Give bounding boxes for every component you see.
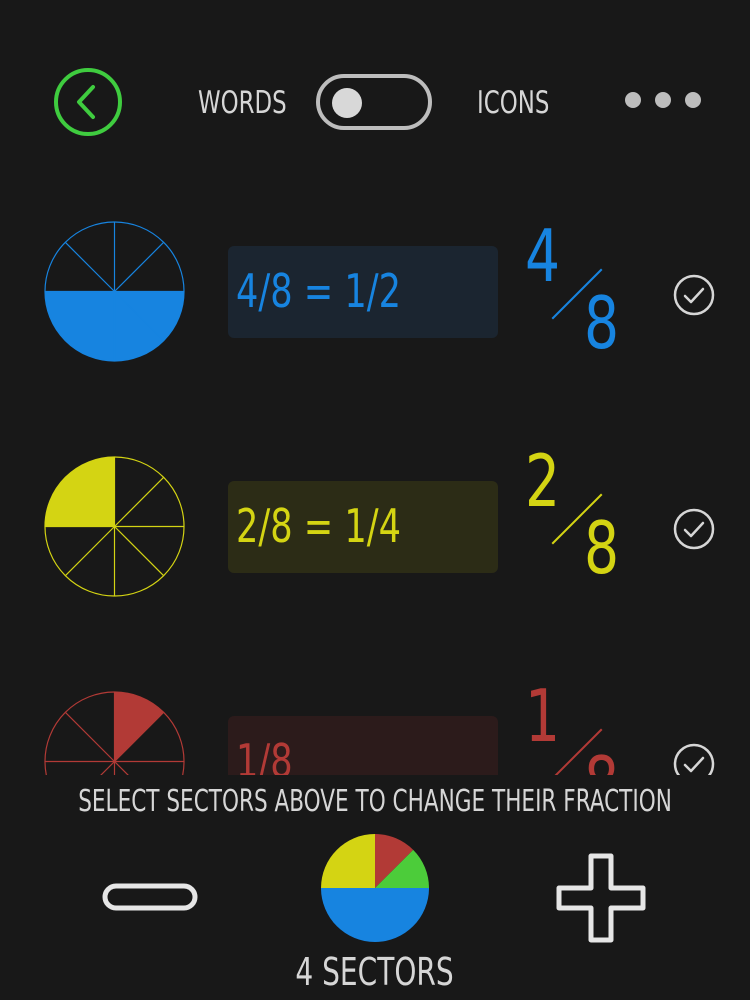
check-icon[interactable]: [672, 742, 716, 775]
equation-text: 2/8 = 1/4: [236, 499, 402, 553]
pie-sector: [321, 834, 375, 888]
remove-sector-button[interactable]: [102, 880, 198, 914]
fraction-display: 2 8: [520, 445, 630, 590]
add-sector-button[interactable]: [555, 852, 647, 944]
equation-text: 4/8 = 1/2: [236, 264, 402, 318]
equation-text: 1/8: [236, 734, 293, 775]
fraction-display: 1 8: [520, 680, 630, 775]
fraction-numerator: 1: [525, 674, 561, 758]
sector-pie[interactable]: [320, 833, 430, 943]
sector-divider: [114, 241, 165, 292]
back-icon: [54, 68, 122, 136]
fraction-display: 4 8: [520, 220, 630, 365]
check-icon[interactable]: [672, 273, 716, 317]
sector-divider: [100, 761, 115, 775]
fraction-row[interactable]: 1/8 1 8: [0, 680, 750, 775]
toggle-knob: [332, 88, 362, 118]
fraction-pie[interactable]: [43, 220, 186, 363]
fraction-row[interactable]: 2/8 = 1/4 2 8: [0, 445, 750, 645]
sector-divider: [64, 711, 115, 762]
equation-box: 1/8: [228, 716, 498, 775]
fraction-pie[interactable]: [43, 455, 186, 598]
words-label: WORDS: [198, 85, 287, 121]
fraction-denominator: 8: [584, 506, 620, 590]
sector-divider: [114, 476, 165, 527]
icons-label: ICONS: [477, 85, 550, 121]
back-button[interactable]: [53, 67, 123, 137]
pie-sector: [321, 888, 429, 942]
plus-icon: [556, 853, 646, 943]
fraction-list[interactable]: 4/8 = 1/2 4 8 2/8 = 1/4 2 8 1/8 1: [0, 200, 750, 775]
fraction-numerator: 2: [525, 439, 561, 523]
sector-count-label: 4 SECTORS: [295, 950, 455, 994]
fraction-pie[interactable]: [43, 690, 186, 775]
sector-divider: [114, 526, 165, 577]
fraction-denominator: 8: [584, 747, 619, 775]
sector-divider: [114, 761, 129, 775]
selected-sector[interactable]: [114, 691, 164, 762]
words-icons-toggle[interactable]: [316, 74, 432, 130]
fraction-numerator: 4: [525, 214, 561, 298]
instruction-text: SELECT SECTORS ABOVE TO CHANGE THEIR FRA…: [78, 784, 672, 819]
check-icon[interactable]: [672, 507, 716, 551]
fraction-row[interactable]: 4/8 = 1/2 4 8: [0, 220, 750, 410]
minus-icon: [102, 883, 198, 911]
equation-box: 2/8 = 1/4: [228, 481, 498, 573]
equation-box: 4/8 = 1/2: [228, 246, 498, 338]
more-button[interactable]: [625, 92, 701, 110]
sector-divider: [64, 241, 115, 292]
sector-divider: [64, 526, 115, 577]
fraction-denominator: 8: [584, 281, 620, 365]
